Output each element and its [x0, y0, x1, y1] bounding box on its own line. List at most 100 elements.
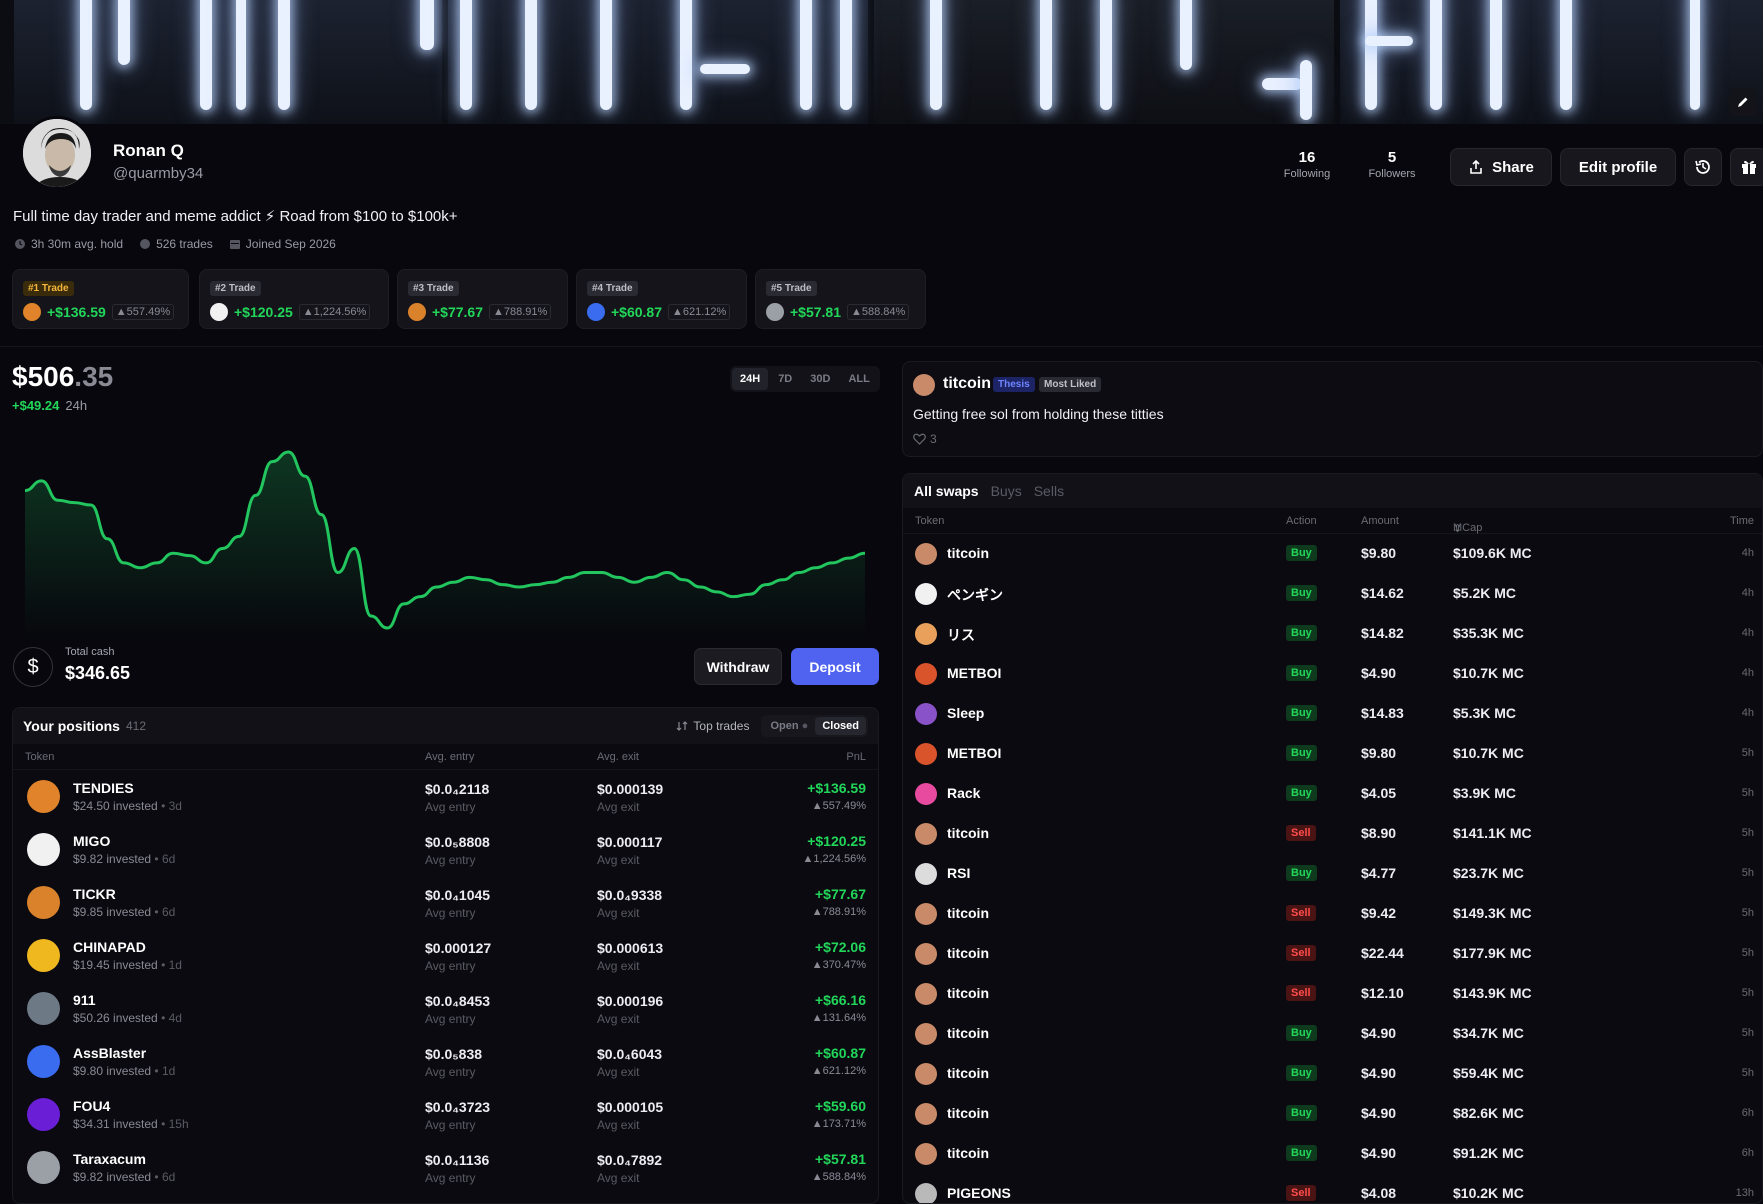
swap-row[interactable]: ペンギン Buy $14.62 $5.2K MC 4h — [903, 574, 1762, 614]
deposit-button[interactable]: Deposit — [791, 648, 879, 685]
swap-row[interactable]: titcoin Sell $9.42 $149.3K MC 5h — [903, 894, 1762, 934]
position-row[interactable]: FOU4 $34.31 invested • 15h $0.0₄3723 Avg en… — [13, 1088, 878, 1141]
top-trade-card[interactable]: #3 Trade +$77.67 ▲788.91% — [397, 269, 568, 329]
swap-mcap: $141.1K MC — [1453, 825, 1532, 841]
top-trade-card[interactable]: #2 Trade +$120.25 ▲1,224.56% — [199, 269, 389, 329]
swap-row[interactable]: titcoin Buy $4.90 $59.4K MC 5h — [903, 1054, 1762, 1094]
swap-row[interactable]: Sleep Buy $14.83 $5.3K MC 4h — [903, 694, 1762, 734]
swap-row[interactable]: titcoin Buy $4.90 $91.2K MC 6h — [903, 1134, 1762, 1174]
pnl-value: +$72.06 — [815, 939, 866, 955]
trade-percent: ▲1,224.56% — [298, 304, 371, 320]
history-button[interactable] — [1684, 148, 1722, 186]
invested-amount: $50.26 invested • 4d — [73, 1011, 182, 1025]
following-count: 16 — [1298, 149, 1316, 166]
range-24h[interactable]: 24H — [732, 368, 769, 390]
tab-all-swaps[interactable]: All swaps — [914, 483, 979, 499]
action-badge: Buy — [1286, 1145, 1317, 1161]
avg-entry-label: Avg entry — [425, 906, 476, 920]
swap-row[interactable]: titcoin Sell $8.90 $141.1K MC 5h — [903, 814, 1762, 854]
avg-entry-value: $0.0₄8453 — [425, 993, 491, 1009]
position-row[interactable]: 911 $50.26 invested • 4d $0.0₄8453 Avg entr… — [13, 982, 878, 1035]
portfolio-chart[interactable] — [20, 440, 870, 640]
token-name: AssBlaster — [73, 1045, 147, 1061]
token-icon — [915, 663, 937, 685]
avg-exit-value: $0.0₄6043 — [597, 1046, 663, 1062]
swap-row[interactable]: METBOI Buy $4.90 $10.7K MC 4h — [903, 654, 1762, 694]
trade-profit: +$60.87 — [611, 304, 662, 320]
swap-row[interactable]: PIGEONS Sell $4.08 $10.2K MC 13h — [903, 1174, 1762, 1203]
avatar[interactable] — [20, 116, 94, 190]
top-trade-card[interactable]: #1 Trade +$136.59 ▲557.49% — [12, 269, 189, 329]
range-7d[interactable]: 7D — [770, 368, 800, 390]
edit-profile-button[interactable]: Edit profile — [1560, 148, 1676, 186]
position-row[interactable]: TENDIES $24.50 invested • 3d $0.0₄2118 Avg … — [13, 770, 878, 823]
token-name: Sleep — [947, 705, 985, 721]
avg-hold: 3h 30m avg. hold — [14, 237, 123, 251]
followers-stat[interactable]: 5 Followers — [1352, 149, 1432, 180]
token-name: ペンギン — [947, 587, 1003, 603]
swap-row[interactable]: Rack Buy $4.05 $3.9K MC 5h — [903, 774, 1762, 814]
pnl-percent: ▲788.91% — [811, 906, 866, 918]
avg-entry-label: Avg entry — [425, 1012, 476, 1026]
range-all[interactable]: ALL — [840, 368, 877, 390]
token-name: Rack — [947, 785, 981, 801]
position-row[interactable]: MIGO $9.82 invested • 6d $0.0₅8808 Avg entr… — [13, 823, 878, 876]
top-trade-card[interactable]: #4 Trade +$60.87 ▲621.12% — [576, 269, 747, 329]
swap-row[interactable]: titcoin Buy $9.80 $109.6K MC 4h — [903, 534, 1762, 574]
following-stat[interactable]: 16 Following — [1267, 149, 1347, 180]
range-30d[interactable]: 30D — [802, 368, 838, 390]
action-badge: Buy — [1286, 625, 1317, 641]
token-name: titcoin — [947, 905, 989, 921]
tab-buys[interactable]: Buys — [991, 483, 1022, 499]
most-liked-badge: Most Liked — [1039, 377, 1102, 392]
swap-amount: $8.90 — [1361, 825, 1397, 841]
tab-sells[interactable]: Sells — [1034, 483, 1064, 499]
position-age: • 3d — [161, 799, 182, 813]
position-age: • 1d — [154, 1064, 176, 1078]
edit-banner-button[interactable] — [1729, 88, 1757, 116]
position-row[interactable]: TICKR $9.85 invested • 6d $0.0₄1045 Avg ent… — [13, 876, 878, 929]
token-icon — [27, 1098, 60, 1131]
trade-profit: +$57.81 — [790, 304, 841, 320]
swap-row[interactable]: titcoin Buy $4.90 $82.6K MC 6h — [903, 1094, 1762, 1134]
joined-date: Joined Sep 2026 — [229, 237, 336, 251]
gift-button[interactable] — [1730, 148, 1763, 186]
action-badge: Buy — [1286, 585, 1317, 601]
invested-amount: $9.82 invested • 6d — [73, 1170, 175, 1184]
swap-mcap: $82.6K MC — [1453, 1105, 1524, 1121]
avg-exit-value: $0.000196 — [597, 993, 664, 1009]
avg-entry-value: $0.0₄1045 — [425, 887, 491, 903]
top-trades-sort[interactable]: Top trades — [676, 719, 749, 733]
invested-text: $19.45 invested — [73, 958, 158, 972]
top-trade-card[interactable]: #5 Trade +$57.81 ▲588.84% — [755, 269, 926, 329]
swap-row[interactable]: titcoin Sell $22.44 $177.9K MC 5h — [903, 934, 1762, 974]
swap-row[interactable]: リス Buy $14.82 $35.3K MC 4h — [903, 614, 1762, 654]
withdraw-button[interactable]: Withdraw — [694, 648, 782, 685]
swap-row[interactable]: titcoin Buy $4.90 $34.7K MC 5h — [903, 1014, 1762, 1054]
sort-icon — [676, 721, 688, 731]
swap-time: 5h — [1741, 1027, 1754, 1039]
swap-row[interactable]: titcoin Sell $12.10 $143.9K MC 5h — [903, 974, 1762, 1014]
closed-tab[interactable]: Closed — [815, 717, 866, 735]
avg-entry-label: Avg entry — [425, 1171, 476, 1185]
position-row[interactable]: CHINAPAD $19.45 invested • 1d $0.000127 Avg… — [13, 929, 878, 982]
swap-row[interactable]: RSI Buy $4.77 $23.7K MC 5h — [903, 854, 1762, 894]
open-tab[interactable]: Open ● — [763, 717, 815, 735]
invested-amount: $9.85 invested • 6d — [73, 905, 175, 919]
avg-entry-label: Avg entry — [425, 959, 476, 973]
like-button[interactable]: 3 — [913, 432, 937, 446]
share-button[interactable]: Share — [1450, 148, 1552, 186]
pnl-percent: ▲173.71% — [811, 1118, 866, 1130]
swap-row[interactable]: METBOI Buy $9.80 $10.7K MC 5h — [903, 734, 1762, 774]
avg-hold-text: 3h 30m avg. hold — [31, 237, 124, 251]
token-name: titcoin — [947, 1065, 989, 1081]
position-row[interactable]: Taraxacum $9.82 invested • 6d $0.0₄1136 Avg… — [13, 1141, 878, 1194]
token-name: titcoin — [947, 985, 989, 1001]
invested-amount: $24.50 invested • 3d — [73, 799, 182, 813]
action-badge: Buy — [1286, 1025, 1317, 1041]
thesis-card[interactable]: titcoin Thesis Most Liked Getting free s… — [902, 361, 1763, 457]
avg-exit-value: $0.000105 — [597, 1099, 664, 1115]
trade-percent: ▲557.49% — [111, 304, 175, 320]
position-row[interactable]: AssBlaster $9.80 invested • 1d $0.0₅838 Avg… — [13, 1035, 878, 1088]
token-name: titcoin — [947, 545, 989, 561]
